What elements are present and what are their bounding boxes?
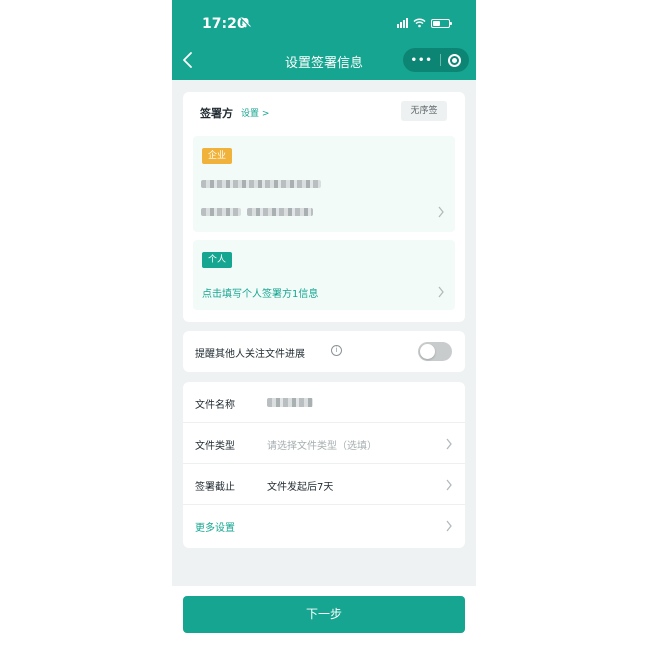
remind-card: 提醒其他人关注文件进展 i: [183, 331, 465, 372]
bottom-bar: 下一步: [172, 586, 476, 652]
file-name-row[interactable]: 文件名称: [183, 382, 465, 423]
remind-label: 提醒其他人关注文件进展: [195, 349, 305, 360]
enterprise-name-redacted: [201, 180, 321, 188]
more-settings-row[interactable]: 更多设置: [183, 505, 465, 546]
next-step-button[interactable]: 下一步: [183, 596, 465, 633]
header: 17:20 设置签署信息 •••: [172, 0, 476, 80]
deadline-value: 文件发起后7天: [267, 482, 334, 493]
sign-order-chip[interactable]: 无序签: [401, 101, 447, 121]
signers-settings-link[interactable]: 设置 >: [241, 106, 269, 119]
deadline-row[interactable]: 签署截止 文件发起后7天: [183, 464, 465, 505]
fill-individual-link[interactable]: 点击填写个人签署方1信息: [202, 285, 318, 300]
enterprise-contact-redacted-2: [247, 208, 313, 216]
chevron-right-icon: [446, 438, 452, 450]
file-settings-card: 文件名称 文件类型 请选择文件类型（选填） 签署截止 文件发起后7天 更多设置: [183, 382, 465, 548]
chevron-right-icon: [446, 520, 452, 532]
file-name-redacted: [267, 398, 313, 407]
remind-toggle[interactable]: [418, 342, 452, 361]
bell-muted-icon: [240, 17, 251, 28]
more-dots-icon[interactable]: •••: [411, 55, 433, 66]
individual-tag: 个人: [202, 252, 233, 268]
chevron-right-icon: [446, 479, 452, 491]
file-type-label: 文件类型: [195, 441, 235, 452]
battery-icon: [431, 18, 452, 28]
signers-title: 签署方: [200, 107, 233, 120]
chevron-right-icon: [438, 286, 444, 298]
individual-signer-block[interactable]: 个人 点击填写个人签署方1信息: [193, 240, 455, 310]
more-settings-label: 更多设置: [195, 523, 235, 534]
deadline-label: 签署截止: [195, 482, 235, 493]
enterprise-signer-block[interactable]: 企业: [193, 136, 455, 232]
mini-program-capsule: •••: [403, 48, 469, 72]
chevron-right-icon: [438, 206, 444, 218]
info-icon[interactable]: i: [331, 345, 342, 356]
capsule-divider: [440, 54, 442, 66]
file-name-label: 文件名称: [195, 400, 235, 411]
enterprise-tag: 企业: [202, 148, 233, 164]
status-icons: [397, 18, 452, 28]
wifi-icon: [413, 18, 426, 28]
file-type-row[interactable]: 文件类型 请选择文件类型（选填）: [183, 423, 465, 464]
enterprise-contact-redacted: [201, 208, 241, 216]
signers-card: 签署方 设置 > 无序签 企业 个人 点击填写个人签署方1信息: [183, 92, 465, 322]
file-type-placeholder: 请选择文件类型（选填）: [267, 441, 377, 452]
signal-icon: [397, 18, 408, 28]
close-target-icon[interactable]: [448, 53, 462, 67]
phone-screen: 17:20 设置签署信息 ••• 签署方 设置 > 无序签 企业 个人 点击填写…: [172, 0, 476, 652]
